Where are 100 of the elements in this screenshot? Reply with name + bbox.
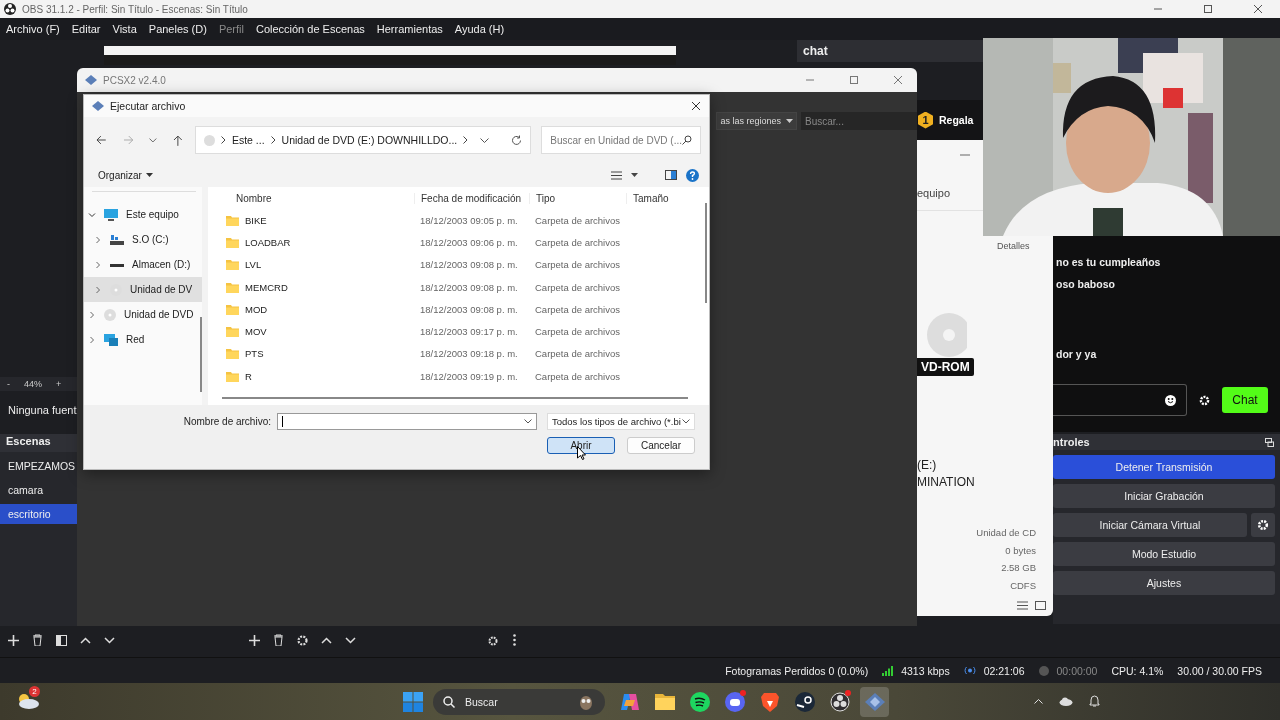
column-header[interactable]: Tamaño bbox=[626, 192, 686, 204]
caret-icon[interactable] bbox=[631, 173, 638, 177]
control-button[interactable]: Ajustes bbox=[1053, 571, 1275, 595]
up-arrow-icon[interactable] bbox=[173, 134, 183, 146]
scene-item[interactable]: escritorio bbox=[0, 504, 77, 524]
control-button[interactable]: Modo Estudio bbox=[1053, 542, 1275, 566]
region-dropdown[interactable]: as las regiones bbox=[716, 112, 797, 130]
open-button[interactable]: Abrir bbox=[547, 437, 615, 454]
search-field[interactable]: Buscar... bbox=[801, 112, 917, 130]
file-name-cell[interactable]: MEMCRD bbox=[208, 281, 414, 293]
menu-item[interactable]: Herramientas bbox=[372, 23, 447, 35]
settings-icon[interactable] bbox=[488, 634, 500, 646]
menu-item[interactable]: Paneles (D) bbox=[144, 23, 211, 35]
chat-button[interactable]: Chat bbox=[1222, 387, 1268, 413]
trash-icon[interactable] bbox=[273, 634, 284, 646]
cancel-button[interactable]: Cancelar bbox=[627, 437, 695, 454]
nav-item[interactable]: Unidad de DV bbox=[84, 277, 202, 302]
bell-icon[interactable] bbox=[1089, 695, 1100, 707]
column-header[interactable]: Fecha de modificación bbox=[414, 192, 529, 204]
search-icon bbox=[443, 695, 455, 708]
maximize-icon[interactable] bbox=[1203, 4, 1213, 14]
trash-icon[interactable] bbox=[32, 634, 43, 646]
view-menu-icon[interactable] bbox=[611, 170, 622, 180]
organize-menu[interactable]: Organizar bbox=[98, 169, 153, 181]
gear-icon bbox=[1257, 519, 1269, 531]
search-field[interactable]: Buscar en Unidad de DVD (... bbox=[541, 126, 701, 154]
field-label: Nombre de archivo: bbox=[183, 416, 271, 427]
help-icon[interactable] bbox=[686, 168, 699, 182]
table-cell-text: 18/12/2003 09:19 p. m. bbox=[419, 370, 519, 382]
zoom-in-button[interactable]: + bbox=[56, 379, 62, 389]
control-button[interactable]: Iniciar Grabación bbox=[1053, 484, 1275, 508]
file-type-dropdown[interactable]: Todos los tipos de archivo (*.bi bbox=[547, 413, 695, 430]
close-icon[interactable] bbox=[691, 101, 701, 111]
breadcrumb-item[interactable]: Este ... bbox=[231, 134, 265, 146]
file-name-cell[interactable]: BIKE bbox=[208, 214, 414, 226]
drive-name-text: (E:) bbox=[917, 457, 938, 474]
nav-item[interactable]: S.O (C:) bbox=[84, 227, 202, 252]
address-bar[interactable]: Este ... Unidad de DVD (E:) DOWNHILLDO... bbox=[194, 126, 532, 154]
chevron-up-icon[interactable] bbox=[1034, 698, 1043, 704]
add-icon[interactable] bbox=[249, 634, 260, 646]
file-name-cell[interactable]: LVL bbox=[208, 259, 414, 271]
tile-view-icon[interactable] bbox=[1035, 601, 1046, 610]
details-link[interactable]: Detalles bbox=[997, 241, 1030, 251]
property-value: 2.58 GB bbox=[1000, 561, 1036, 575]
zoom-out-button[interactable]: - bbox=[7, 379, 10, 389]
breadcrumb-item[interactable]: Unidad de DVD (E:) DOWNHILLDO... bbox=[281, 134, 458, 146]
list-view-icon[interactable] bbox=[1017, 601, 1028, 610]
file-name-cell[interactable]: PTS bbox=[208, 348, 414, 360]
preview-pane-icon[interactable] bbox=[665, 170, 677, 180]
nav-item[interactable]: Almacen (D:) bbox=[84, 252, 202, 277]
menu-item[interactable]: Colección de Escenas bbox=[251, 23, 369, 35]
settings-icon[interactable] bbox=[297, 634, 308, 646]
scene-item[interactable]: camara bbox=[0, 480, 77, 500]
scene-item[interactable]: EMPEZAMOS bbox=[0, 456, 77, 476]
settings-button[interactable] bbox=[1251, 513, 1275, 537]
chat-input-field[interactable] bbox=[1053, 384, 1187, 416]
column-header[interactable]: Tipo bbox=[529, 192, 626, 204]
close-icon[interactable] bbox=[1253, 4, 1263, 14]
chevron-down-icon[interactable] bbox=[524, 419, 532, 424]
file-name-cell[interactable]: LOADBAR bbox=[208, 236, 414, 248]
cloud-icon[interactable] bbox=[1059, 696, 1073, 706]
table-cell-text: Carpeta de archivos bbox=[534, 259, 622, 271]
dock-title: ntroles bbox=[1053, 436, 1090, 448]
chevron-down-icon bbox=[682, 419, 690, 424]
control-button[interactable]: Detener Transmisión bbox=[1053, 455, 1275, 479]
refresh-icon[interactable] bbox=[511, 134, 523, 146]
menu-item[interactable]: Vista bbox=[108, 23, 141, 35]
nav-item[interactable]: Unidad de DVD bbox=[84, 302, 202, 327]
folder-icon bbox=[226, 370, 239, 382]
file-name-cell[interactable]: R bbox=[208, 370, 414, 382]
chevron-down-icon[interactable] bbox=[149, 137, 158, 143]
back-icon[interactable] bbox=[96, 135, 107, 145]
control-button[interactable]: Iniciar Cámara Virtual bbox=[1053, 513, 1247, 537]
menu-item[interactable]: Ayuda (H) bbox=[450, 23, 509, 35]
add-icon[interactable] bbox=[8, 634, 19, 646]
menu-item[interactable]: Archivo (F) bbox=[2, 23, 64, 35]
nav-label: S.O (C:) bbox=[132, 234, 169, 245]
search-field[interactable]: Buscar bbox=[433, 688, 605, 715]
more-icon[interactable] bbox=[513, 634, 516, 646]
nav-item[interactable]: Red bbox=[84, 327, 202, 352]
emoji-icon[interactable] bbox=[1165, 394, 1176, 406]
tab[interactable]: equipo bbox=[917, 187, 951, 199]
chevron-down-icon[interactable] bbox=[480, 137, 490, 143]
nav-item[interactable]: Este equipo bbox=[84, 202, 202, 227]
column-header[interactable]: Nombre bbox=[208, 192, 414, 204]
folder-icon bbox=[226, 281, 239, 293]
file-name-cell[interactable]: MOD bbox=[208, 303, 414, 315]
drive-icon bbox=[110, 233, 124, 246]
file-name-cell[interactable]: MOV bbox=[208, 326, 414, 338]
menu-item[interactable]: Editar bbox=[67, 23, 105, 35]
table-cell-text: 18/12/2003 09:05 p. m. bbox=[419, 214, 519, 226]
table-cell-text: 18/12/2003 09:08 p. m. bbox=[419, 303, 519, 315]
weather-icon[interactable] bbox=[16, 691, 40, 710]
file-name-field[interactable] bbox=[277, 413, 537, 430]
maximize-icon[interactable] bbox=[849, 75, 859, 85]
dock-title: Escenas bbox=[0, 434, 77, 452]
status-text: 02:21:06 bbox=[983, 664, 1025, 677]
filter-icon[interactable] bbox=[56, 634, 67, 646]
pcsx2-app-icon[interactable] bbox=[860, 686, 889, 717]
undock-icon[interactable] bbox=[1265, 437, 1274, 447]
